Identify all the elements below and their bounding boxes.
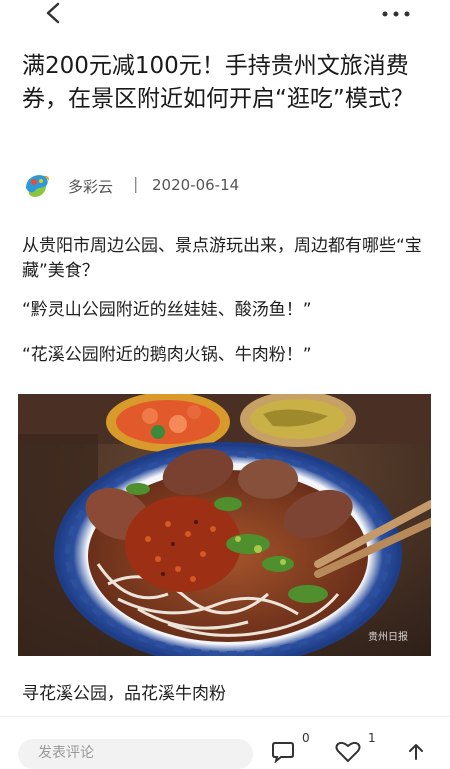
bottom-action-bar: 发表评论 0 1 <box>0 716 450 769</box>
more-button[interactable] <box>380 6 412 20</box>
more-dots-icon <box>382 11 410 17</box>
share-icon <box>409 744 423 760</box>
paragraph-quote-2: “花溪公园附近的鹅肉火锅、牛肉粉！” <box>22 345 312 365</box>
comment-count: 0 <box>302 731 310 745</box>
publish-date: 2020-06-14 <box>152 176 240 194</box>
comment-input[interactable]: 发表评论 <box>18 739 253 769</box>
back-button[interactable] <box>40 0 68 28</box>
paragraph-quote-1: “黔灵山公园附近的丝娃娃、酸汤鱼！” <box>22 300 312 320</box>
heart-icon <box>335 741 361 763</box>
meta-separator: | <box>133 174 139 193</box>
paragraph-intro: 从贵阳市周边公园、景点游玩出来，周边都有哪些“宝藏”美食？ <box>22 236 422 281</box>
article-photo[interactable]: 贵州日报 <box>18 394 431 656</box>
share-button[interactable] <box>404 743 428 765</box>
beef-noodle-photo: 贵州日报 <box>18 394 431 656</box>
article-title: 满200元减100元！手持贵州文旅消费券，在景区附近如何开启“逛吃”模式？ <box>22 53 414 112</box>
author-name[interactable]: 多彩云 <box>68 176 113 197</box>
chevron-left-icon <box>46 2 60 24</box>
duocaiyun-logo-icon <box>22 170 52 200</box>
photo-caption: 寻花溪公园，品花溪牛肉粉 <box>22 684 226 704</box>
top-bar <box>0 0 450 36</box>
like-count: 1 <box>368 731 376 745</box>
comment-icon <box>272 742 294 764</box>
comment-button[interactable] <box>270 741 296 764</box>
photo-watermark: 贵州日报 <box>368 630 408 643</box>
article-meta: 多彩云 | 2020-06-14 <box>22 170 422 204</box>
author-avatar[interactable] <box>22 170 52 200</box>
like-button[interactable] <box>334 741 362 763</box>
